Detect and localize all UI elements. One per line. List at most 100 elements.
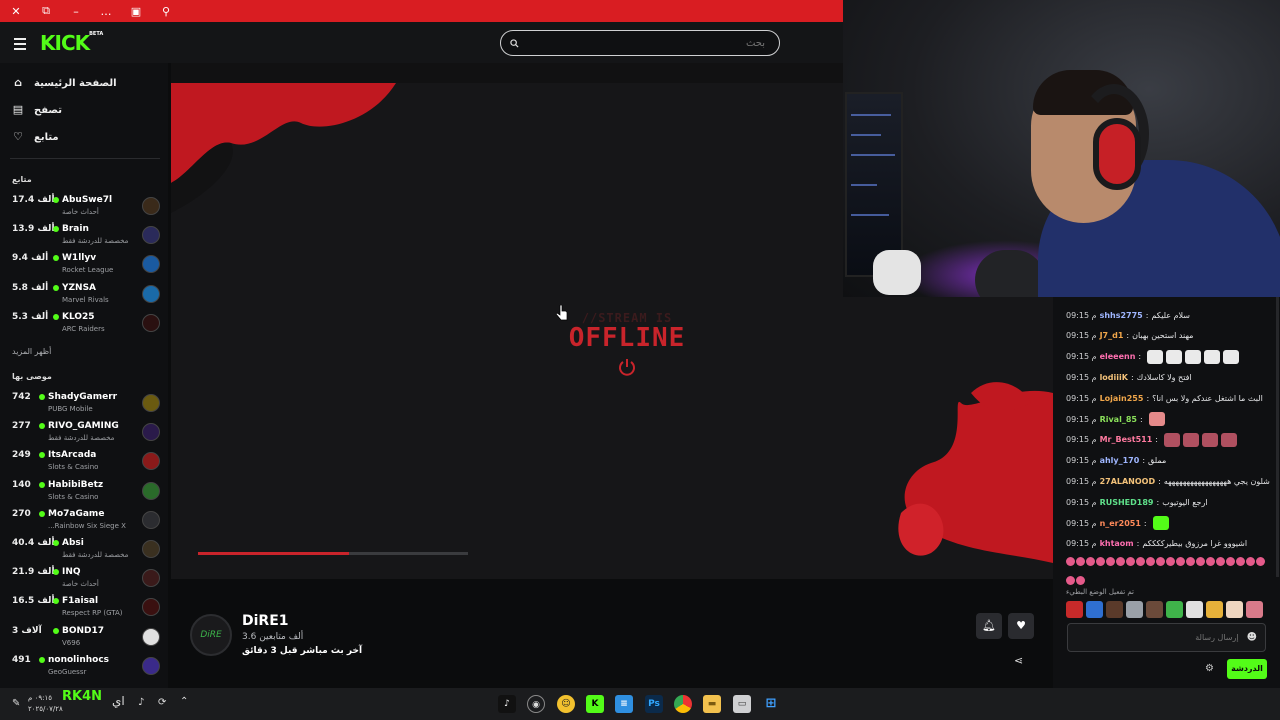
emote[interactable] bbox=[1166, 601, 1183, 618]
sidebar-channel-ItsArcada[interactable]: 249 ItsArcada Slots & Casino bbox=[12, 450, 160, 476]
chat-username[interactable]: Lojain255 bbox=[1100, 394, 1144, 403]
emote[interactable] bbox=[1246, 601, 1263, 618]
chat-username[interactable]: shhs2775 bbox=[1100, 311, 1143, 320]
kick-logo[interactable]: KICKBETA bbox=[40, 31, 103, 55]
share-icon[interactable]: ⋖ bbox=[1014, 654, 1028, 668]
search-bar[interactable] bbox=[500, 30, 780, 56]
channel-category: V696 bbox=[62, 638, 81, 647]
reader-icon[interactable]: ▣ bbox=[128, 3, 144, 19]
emote[interactable] bbox=[1206, 601, 1223, 618]
chat-username[interactable]: eleeenn bbox=[1100, 352, 1136, 361]
minimize-icon[interactable]: – bbox=[68, 3, 84, 19]
emote bbox=[1086, 557, 1095, 566]
chrome-icon[interactable] bbox=[674, 695, 692, 713]
tiktok-icon[interactable]: ♪ bbox=[498, 695, 516, 713]
chat-input-box[interactable]: ☻ bbox=[1067, 623, 1266, 652]
channel-avatar[interactable]: DiRE bbox=[190, 614, 232, 656]
follow-heart-button[interactable]: ♥ bbox=[1008, 613, 1034, 639]
emote[interactable] bbox=[1126, 601, 1143, 618]
clock-time[interactable]: ٠٩:١٥ م bbox=[28, 694, 52, 702]
message-text: افتح ولا كاسلادك bbox=[1136, 372, 1192, 382]
avatar bbox=[142, 284, 160, 303]
sidebar-channel-ShadyGamerr[interactable]: 742 ShadyGamerr PUBG Mobile bbox=[12, 392, 160, 418]
emote[interactable] bbox=[1066, 601, 1083, 618]
kick-icon[interactable]: K bbox=[586, 695, 604, 713]
sidebar-channel-Absi[interactable]: 40.4 ألف Absi مخصصة للدردشة فقط bbox=[12, 538, 160, 564]
notification-icon[interactable]: ✎ bbox=[12, 698, 20, 709]
message-time: 09:15 م bbox=[1066, 476, 1097, 486]
steam-icon[interactable]: ◉ bbox=[527, 695, 545, 713]
sidebar-channel-YZNSA[interactable]: 5.8 ألف YZNSA Marvel Rivals bbox=[12, 283, 160, 309]
emote[interactable] bbox=[1186, 601, 1203, 618]
message-time: 09:15 م bbox=[1066, 372, 1097, 382]
notepad-icon[interactable]: ≡ bbox=[615, 695, 633, 713]
chat-message-input[interactable] bbox=[1088, 633, 1239, 642]
live-dot bbox=[39, 394, 45, 400]
chat-username[interactable]: 27ALANOOD bbox=[1100, 477, 1156, 486]
notification-bell-button[interactable]: 🔔︎ bbox=[976, 613, 1002, 639]
chat-username[interactable]: Mr_Best511 bbox=[1100, 435, 1153, 444]
offline-title: OFFLINE bbox=[568, 323, 686, 353]
message-time: 09:15 م bbox=[1066, 518, 1097, 528]
emote bbox=[1136, 557, 1145, 566]
live-dot bbox=[39, 656, 45, 663]
emoji-icon[interactable]: ☻ bbox=[1247, 632, 1257, 643]
photoshop-icon[interactable]: Ps bbox=[645, 695, 663, 713]
show-more-link[interactable]: أظهر المزيد bbox=[12, 347, 51, 356]
message-text: مهند استحين بهبان bbox=[1132, 331, 1194, 341]
message-time: 09:15 م bbox=[1066, 414, 1097, 424]
avatar bbox=[142, 481, 160, 500]
chat-message: 09:15 م J7_d1: مهند استحين بهبان bbox=[1066, 327, 1266, 345]
chat-scrollbar[interactable] bbox=[1276, 297, 1279, 577]
discord-icon[interactable]: ☺ bbox=[557, 695, 575, 713]
chat-username[interactable]: J7_d1 bbox=[1100, 331, 1124, 340]
restore-icon[interactable]: ⧉ bbox=[38, 3, 54, 19]
close-icon[interactable]: ✕ bbox=[8, 3, 24, 19]
gear-icon[interactable]: ⚙ bbox=[1205, 663, 1217, 675]
sidebar: ⌂ الصفحة الرئيسية ▤ تصفح ♡ متابع متابع 1… bbox=[0, 63, 168, 688]
sidebar-channel-HabibiBetz[interactable]: 140 HabibiBetz Slots & Casino bbox=[12, 480, 160, 506]
search-icon[interactable]: ⚲ bbox=[158, 3, 174, 19]
chat-username[interactable]: n_er2051 bbox=[1100, 519, 1141, 528]
channel-name[interactable]: DiRE1 bbox=[242, 613, 289, 629]
desktop-icon[interactable]: ▭ bbox=[733, 695, 751, 713]
clock-date[interactable]: ٢٠٢٥/٠٧/٢٨ bbox=[28, 705, 63, 713]
sidebar-channel-F1aisal[interactable]: 16.5 ألف F1aisal Respect RP (GTA) bbox=[12, 596, 160, 622]
home-icon: ⌂ bbox=[14, 76, 22, 89]
emote[interactable] bbox=[1226, 601, 1243, 618]
sidebar-channel-nonolinhocs[interactable]: 491 nonolinhocs GeoGuessr bbox=[12, 655, 160, 681]
emote[interactable] bbox=[1106, 601, 1123, 618]
nav-browse[interactable]: ▤ تصفح bbox=[12, 104, 62, 116]
sidebar-channel-INQ[interactable]: 21.9 ألف INQ أحداث خاصة bbox=[12, 567, 160, 593]
more-icon[interactable]: … bbox=[98, 3, 114, 19]
sidebar-channel-Mo7aGame[interactable]: 270 Mo7aGame ...Rainbow Six Siege X bbox=[12, 509, 160, 535]
sync-icon[interactable]: ⟳ bbox=[158, 697, 166, 708]
sidebar-channel-W1llyv[interactable]: 9.4 ألف W1llyv Rocket League bbox=[12, 253, 160, 279]
explorer-icon[interactable]: ▬ bbox=[703, 695, 721, 713]
chat-username[interactable]: ahly_170 bbox=[1100, 456, 1140, 465]
sidebar-channel-Brain[interactable]: 13.9 ألف Brain مخصصة للدردشة فقط bbox=[12, 224, 160, 250]
nav-home[interactable]: ⌂ الصفحة الرئيسية bbox=[12, 77, 117, 89]
channel-category: مخصصة للدردشة فقط bbox=[48, 434, 115, 443]
chat-send-button[interactable]: الدردشة bbox=[1227, 659, 1267, 679]
emote bbox=[1096, 557, 1105, 566]
sidebar-channel-RIVO_GAMING[interactable]: 277 RIVO_GAMING مخصصة للدردشة فقط bbox=[12, 421, 160, 447]
chat-username[interactable]: khtaom bbox=[1100, 539, 1134, 548]
sidebar-channel-KLO25[interactable]: 5.3 ألف KLO25 ARC Raiders bbox=[12, 312, 160, 338]
nav-following[interactable]: ♡ متابع bbox=[12, 131, 59, 143]
chat-username[interactable]: RUSHED189 bbox=[1100, 498, 1154, 507]
emote[interactable] bbox=[1086, 601, 1103, 618]
chat-username[interactable]: Rival_85 bbox=[1100, 415, 1137, 424]
chat-username[interactable]: lodiiiK bbox=[1100, 373, 1128, 382]
language-indicator[interactable]: اي bbox=[112, 694, 125, 708]
emote[interactable] bbox=[1146, 601, 1163, 618]
sidebar-channel-AbuSwe7l[interactable]: 17.4 ألف AbuSwe7l أحداث خاصة bbox=[12, 195, 160, 221]
video-progress-bar[interactable] bbox=[198, 552, 468, 555]
sidebar-channel-BOND17[interactable]: 3 آلاف BOND17 V696 bbox=[12, 626, 160, 652]
live-dot bbox=[39, 452, 45, 459]
search-input[interactable] bbox=[525, 37, 765, 49]
start-icon[interactable]: ⊞ bbox=[762, 695, 780, 713]
microphone-icon[interactable]: ♪ bbox=[138, 697, 144, 708]
chevron-up-icon[interactable]: ⌃ bbox=[180, 696, 188, 707]
menu-icon[interactable] bbox=[14, 38, 26, 53]
